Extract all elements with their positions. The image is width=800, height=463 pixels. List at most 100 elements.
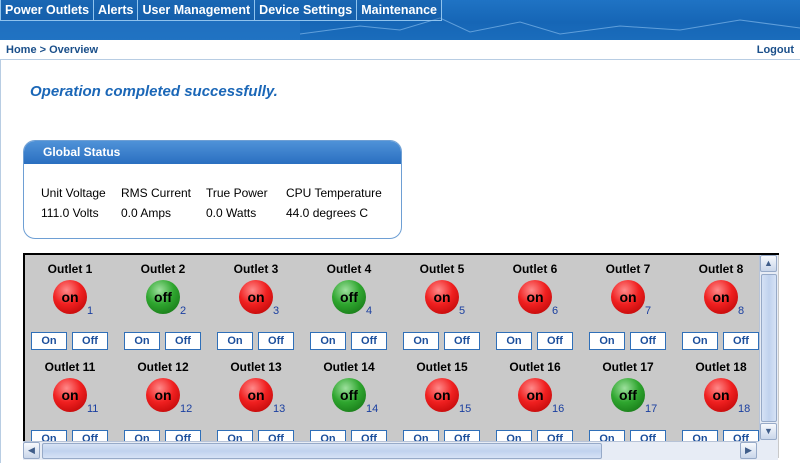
scrollbar-corner [759,441,778,460]
outlet-cell: Outlet 3 on 3 On Off [211,262,301,352]
outlet-cell: Outlet 13 on 13 On Off [211,360,301,441]
outlet-off-button[interactable]: Off [72,430,108,441]
rms-current-value: 0.0 Amps [121,206,172,220]
outlet-on-button[interactable]: On [31,430,67,441]
outlet-on-button[interactable]: On [403,332,439,350]
outlet-off-button[interactable]: Off [351,332,387,350]
outlet-cell: Outlet 7 on 7 On Off [583,262,673,352]
outlet-on-button[interactable]: On [310,332,346,350]
breadcrumb: Home > Overview [6,44,98,56]
outlet-cell: Outlet 1 on 1 On Off [25,262,115,352]
outlet-name: Outlet 4 [326,262,372,276]
outlet-on-button[interactable]: On [682,430,718,441]
outlet-off-button[interactable]: Off [630,430,666,441]
outlet-off-button[interactable]: Off [258,332,294,350]
right-margin [779,253,800,463]
breadcrumb-current: Overview [49,44,99,56]
outlet-on-button[interactable]: On [682,332,718,350]
unit-voltage-value: 111.0 Volts [41,206,99,220]
outlet-cell: Outlet 16 on 16 On Off [490,360,580,441]
outlet-on-button[interactable]: On [403,430,439,441]
outlet-on-button[interactable]: On [496,332,532,350]
outlet-off-button[interactable]: Off [351,430,387,441]
tab-user-management[interactable]: User Management [138,0,256,21]
logout-link[interactable]: Logout [757,44,794,56]
outlet-name: Outlet 1 [47,262,93,276]
outlet-name: Outlet 18 [695,360,747,374]
outlet-on-button[interactable]: On [217,430,253,441]
outlet-cell: Outlet 17 off 17 On Off [583,360,673,441]
outlet-off-button[interactable]: Off [165,430,201,441]
true-power-value: 0.0 Watts [206,206,257,220]
global-status-title: Global Status [24,141,401,164]
outlet-on-button[interactable]: On [124,332,160,350]
outlet-on-button[interactable]: On [589,332,625,350]
tab-device-settings[interactable]: Device Settings [255,0,358,21]
scroll-right-arrow-icon[interactable]: ▶ [740,442,757,459]
outlet-name: Outlet 11 [44,360,96,374]
outlet-off-button[interactable]: Off [444,332,480,350]
outlet-off-button[interactable]: Off [537,430,573,441]
tab-maintenance[interactable]: Maintenance [357,0,442,21]
outlet-status-indicator: on [518,280,552,314]
outlet-off-button[interactable]: Off [723,430,759,441]
outlet-status-indicator: off [332,378,366,412]
outlet-name: Outlet 8 [698,262,744,276]
outlet-off-button[interactable]: Off [258,430,294,441]
cpu-temperature-value: 44.0 degrees C [286,206,369,220]
outlet-on-button[interactable]: On [217,332,253,350]
true-power-label: True Power [206,186,268,200]
outlet-name: Outlet 17 [602,360,654,374]
outlets-grid: Outlet 1 on 1 On Off Outlet 2 off 2 On Off Outlet … [25,255,762,441]
outlet-number: 15 [459,403,472,415]
outlet-on-button[interactable]: On [589,430,625,441]
outlet-number: 6 [552,305,559,317]
main-tabs: Power Outlets Alerts User Management Dev… [0,0,442,21]
outlet-status-indicator: on [53,378,87,412]
outlet-status-indicator: on [518,378,552,412]
outlet-status-indicator: on [239,280,273,314]
tab-power-outlets[interactable]: Power Outlets [0,0,95,21]
outlet-on-button[interactable]: On [496,430,532,441]
outlet-status-indicator: on [704,280,738,314]
breadcrumb-home-link[interactable]: Home [6,44,37,56]
outlet-off-button[interactable]: Off [165,332,201,350]
scroll-down-arrow-icon[interactable]: ▼ [760,423,777,440]
outlet-number: 17 [645,403,658,415]
outlet-number: 7 [645,305,652,317]
outlet-status-indicator: on [704,378,738,412]
scroll-left-arrow-icon[interactable]: ◀ [23,442,40,459]
status-message: Operation completed successfully. [30,83,278,100]
scroll-up-arrow-icon[interactable]: ▲ [760,255,777,272]
outlet-name: Outlet 14 [323,360,375,374]
outlet-on-button[interactable]: On [124,430,160,441]
outlet-off-button[interactable]: Off [444,430,480,441]
horizontal-scroll-thumb[interactable] [42,443,602,459]
outlet-on-button[interactable]: On [31,332,67,350]
cpu-temperature-label: CPU Temperature [286,186,382,200]
outlet-on-button[interactable]: On [310,430,346,441]
outlet-off-button[interactable]: Off [72,332,108,350]
vertical-scroll-thumb[interactable] [761,274,777,422]
tab-alerts[interactable]: Alerts [94,0,139,21]
outlet-number: 8 [738,305,745,317]
outlet-off-button[interactable]: Off [630,332,666,350]
outlet-off-button[interactable]: Off [537,332,573,350]
outlet-status-indicator: on [425,280,459,314]
outlet-number: 18 [738,403,751,415]
outlet-name: Outlet 12 [137,360,189,374]
outlet-status-indicator: on [611,280,645,314]
horizontal-scrollbar[interactable]: ◀ ▶ [23,441,759,460]
outlet-number: 5 [459,305,466,317]
outlet-cell: Outlet 18 on 18 On Off [676,360,762,441]
outlet-cell: Outlet 8 on 8 On Off [676,262,762,352]
outlet-off-button[interactable]: Off [723,332,759,350]
outlet-number: 2 [180,305,187,317]
rms-current-label: RMS Current [121,186,192,200]
outlet-cell: Outlet 14 off 14 On Off [304,360,394,441]
outlet-cell: Outlet 15 on 15 On Off [397,360,487,441]
outlet-cell: Outlet 2 off 2 On Off [118,262,208,352]
unit-voltage-label: Unit Voltage [41,186,106,200]
vertical-scrollbar[interactable]: ▲ ▼ [759,255,778,441]
outlet-name: Outlet 7 [605,262,651,276]
